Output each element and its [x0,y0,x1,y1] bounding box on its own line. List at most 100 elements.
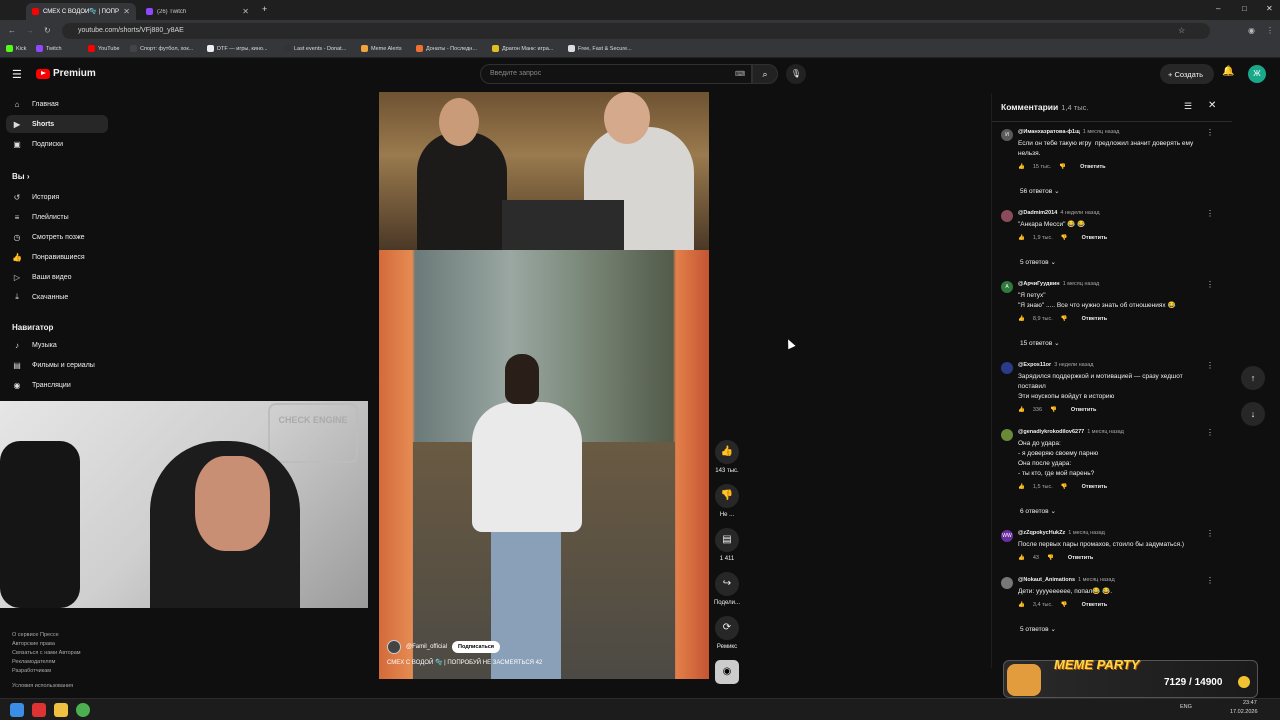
comment-author[interactable]: @АрчиГуудвин [1018,281,1060,287]
comment-time[interactable]: 1 месяц назад [1063,281,1100,287]
like-icon[interactable]: 👍 [1018,164,1025,170]
windows-start-icon[interactable] [10,703,24,717]
comment-avatar[interactable] [1001,210,1013,222]
bookmark-item[interactable]: Last events - Donat... [284,45,346,52]
like-button[interactable]: 👍 143 тыс. [712,440,742,474]
sidebar-item-watch-later[interactable]: ◷ Смотреть позже [6,228,108,246]
sidebar-item-live[interactable]: ◉ Трансляции [6,376,108,394]
comment-avatar[interactable]: А [1001,281,1013,293]
like-icon[interactable]: 👍 [1018,407,1025,413]
create-button[interactable]: + Создать [1160,64,1214,84]
bookmark-item[interactable]: Донаты - Последн... [416,45,477,52]
sort-icon[interactable]: ☰ [1184,101,1192,112]
show-replies-button[interactable]: 6 ответов ⌄ [1020,507,1056,515]
address-bar[interactable]: youtube.com/shorts/VFj880_y8AE [62,23,1210,39]
bookmark-item[interactable]: DTF — игры, кино... [207,45,268,52]
tab-twitch[interactable]: (26) Twitch ✕ [140,3,255,20]
bookmark-item[interactable]: Meme Alerts [361,45,402,52]
close-icon[interactable]: ✕ [1208,100,1216,111]
sidebar-you-header[interactable]: Вы › [12,172,30,181]
dislike-button[interactable]: 👎 Не ... [712,484,742,518]
next-short-button[interactable]: ↓ [1241,402,1265,426]
reply-button[interactable]: Ответить [1080,164,1105,170]
maximize-button[interactable]: □ [1242,4,1247,13]
footer-link[interactable]: Условия использования [12,683,73,689]
close-window-button[interactable]: ✕ [1266,4,1273,13]
dislike-icon[interactable]: 👎 [1047,555,1054,561]
comment-avatar[interactable] [1001,577,1013,589]
search-input[interactable]: Введите запрос ⌨ [480,64,752,84]
clock-date[interactable]: 17.02.2026 [1230,709,1258,715]
more-actions-icon[interactable]: ⋮ [1206,209,1214,218]
remix-button[interactable]: ⟳ Ремикс [712,616,742,650]
language-indicator[interactable]: ENG [1180,704,1192,710]
sidebar-item-playlists[interactable]: ≡ Плейлисты [6,208,108,226]
like-icon[interactable]: 👍 [1018,484,1025,490]
comment-avatar[interactable] [1001,362,1013,374]
reply-button[interactable]: Ответить [1082,602,1107,608]
avatar[interactable]: Ж [1248,65,1266,83]
more-actions-icon[interactable]: ⋮ [1206,128,1214,137]
search-button[interactable]: ⌕ [752,64,778,84]
reply-button[interactable]: Ответить [1082,484,1107,490]
like-icon[interactable]: 👍 [1018,555,1025,561]
reply-button[interactable]: Ответить [1071,407,1096,413]
share-button[interactable]: ↪ Подели... [712,572,742,606]
dislike-icon[interactable]: 👎 [1061,484,1068,490]
bookmark-item[interactable]: Kick [6,45,26,52]
comment-author[interactable]: @genadiykrokodilov6277 [1018,429,1084,435]
more-actions-icon[interactable]: ⋮ [1206,428,1214,437]
youtube-logo[interactable]: Premium [36,68,96,79]
sidebar-item-downloads[interactable]: ⤓ Скачанные [6,288,108,306]
sidebar-item-your-videos[interactable]: ▷ Ваши видео [6,268,108,286]
comment-time[interactable]: 1 месяц назад [1083,129,1120,135]
footer-link[interactable]: Рекламодателям [12,659,55,665]
comment-time[interactable]: 3 недели назад [1054,362,1093,368]
like-icon[interactable]: 👍 [1018,602,1025,608]
back-icon[interactable]: ← [8,26,16,35]
comment-avatar[interactable]: И [1001,129,1013,141]
bookmark-item[interactable]: Драгон Манк: игра... [492,45,553,52]
show-replies-button[interactable]: 5 ответов ⌄ [1020,258,1056,266]
comment-author[interactable]: @Иманхазратова-ф1щ [1018,129,1080,135]
comment-author[interactable]: @Nokaut_Animations [1018,577,1075,583]
minimize-button[interactable]: – [1216,4,1220,13]
more-actions-icon[interactable]: ⋮ [1206,529,1214,538]
dislike-icon[interactable]: 👎 [1061,602,1068,608]
sidebar-item-shorts[interactable]: ▶ Shorts [6,115,108,133]
channel-name[interactable]: @Famil_official [406,644,447,650]
footer-link[interactable]: Авторские права [12,641,55,647]
sidebar-item-subscriptions[interactable]: ▣ Подписки [6,135,108,153]
comment-time[interactable]: 1 месяц назад [1078,577,1115,583]
like-icon[interactable]: 👍 [1018,316,1025,322]
video-title[interactable]: СМЕХ С ВОДОЙ 🫧 | ПОПРОБУЙ НЕ ЗАСМЕЯТЬСЯ … [387,659,542,666]
chrome-icon[interactable] [76,703,90,717]
clock-time[interactable]: 23:47 [1243,700,1257,706]
yandex-browser-icon[interactable] [32,703,46,717]
menu-icon[interactable]: ⋮ [1266,26,1274,35]
comment-author[interactable]: @Dadmim2014 [1018,210,1057,216]
shorts-video-player[interactable]: @Famil_official Подписаться СМЕХ С ВОДОЙ… [379,92,709,679]
dislike-icon[interactable]: 👎 [1061,316,1068,322]
tab-youtube[interactable]: СМЕХ С ВОДОЙ🫧 | ПОПР ✕ [26,3,136,20]
sidebar-item-movies[interactable]: ▤ Фильмы и сериалы [6,356,108,374]
reply-button[interactable]: Ответить [1082,235,1107,241]
subscribe-button[interactable]: Подписаться [452,641,500,653]
bookmark-item[interactable]: Free, Fast & Secure... [568,45,632,52]
comments-button[interactable]: ▤ 1 411 [712,528,742,562]
comment-time[interactable]: 1 месяц назад [1068,530,1105,536]
previous-short-button[interactable]: ↑ [1241,366,1265,390]
bookmark-item[interactable]: Спорт: футбол, хок... [130,45,193,52]
more-actions-icon[interactable]: ⋮ [1206,361,1214,370]
sidebar-item-home[interactable]: ⌂ Главная [6,95,108,113]
comment-avatar[interactable]: WW [1001,530,1013,542]
bookmark-star-icon[interactable]: ☆ [1178,26,1185,35]
footer-link[interactable]: Связаться с нами Авторам [12,650,81,656]
like-icon[interactable]: 👍 [1018,235,1025,241]
sound-avatar-button[interactable]: ◉ [712,660,742,684]
hamburger-menu-icon[interactable]: ☰ [12,68,22,81]
sidebar-item-liked[interactable]: 👍 Понравившиеся [6,248,108,266]
reply-button[interactable]: Ответить [1068,555,1093,561]
show-replies-button[interactable]: 15 ответов ⌄ [1020,339,1060,347]
profile-icon[interactable]: ◉ [1248,26,1255,35]
